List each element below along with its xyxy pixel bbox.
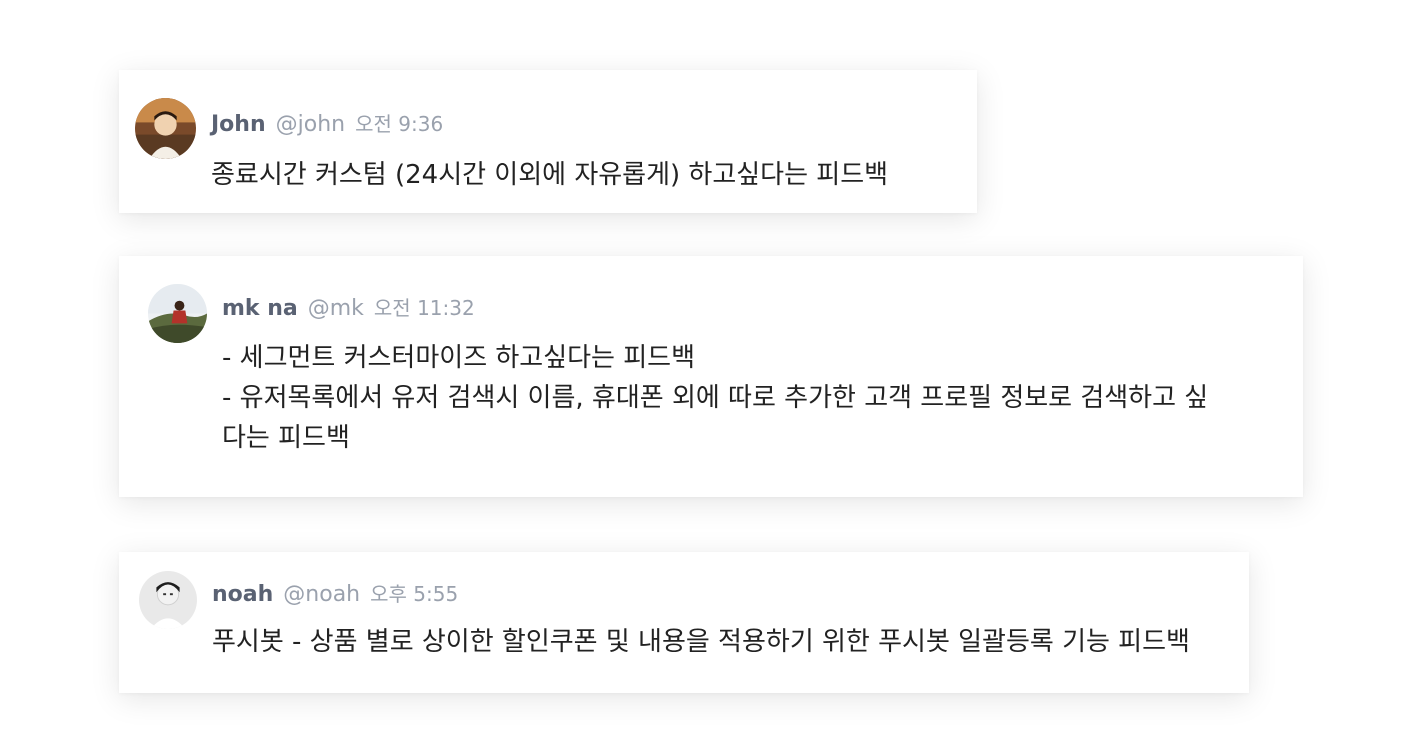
message-line: 다는 피드백 — [222, 423, 350, 453]
author-handle: @mk — [307, 296, 364, 321]
feedback-board: John @john 오전 9:36 종료시간 커스텀 (24시간 이외에 자유롭게… — [0, 0, 1414, 732]
author-handle: @john — [275, 112, 346, 137]
message-line: - 세그먼트 커스터마이즈 하고싶다는 피드백 — [222, 343, 696, 373]
message-time: 오후 5:55 — [370, 582, 459, 606]
author-name[interactable]: mk na — [222, 296, 298, 321]
message-card-john[interactable]: John @john 오전 9:36 종료시간 커스텀 (24시간 이외에 자유롭게… — [119, 70, 977, 213]
message-card-mk-na[interactable]: mk na @mk 오전 11:32 - 세그먼트 커스터마이즈 하고싶다는 피드백… — [119, 256, 1303, 497]
author-handle: @noah — [283, 582, 361, 607]
message-body: 종료시간 커스텀 (24시간 이외에 자유롭게) 하고싶다는 피드백 — [211, 155, 888, 195]
message-body: - 세그먼트 커스터마이즈 하고싶다는 피드백 - 유저목록에서 유저 검색시 … — [222, 338, 1208, 458]
avatar-mk-na[interactable] — [148, 284, 207, 343]
avatar-john[interactable] — [135, 98, 196, 159]
message-time: 오전 9:36 — [355, 112, 444, 136]
author-name[interactable]: noah — [212, 582, 273, 607]
message-time: 오전 11:32 — [373, 296, 475, 320]
avatar-noah[interactable] — [139, 571, 197, 629]
message-body: 푸시봇 - 상품 별로 상이한 할인쿠폰 및 내용을 적용하기 위한 푸시봇 일… — [212, 622, 1190, 662]
message-card-noah[interactable]: noah @noah 오후 5:55 푸시봇 - 상품 별로 상이한 할인쿠폰 및 … — [119, 552, 1249, 693]
message-line: 종료시간 커스텀 (24시간 이외에 자유롭게) 하고싶다는 피드백 — [211, 160, 889, 190]
message-line: 푸시봇 - 상품 별로 상이한 할인쿠폰 및 내용을 적용하기 위한 푸시봇 일… — [212, 627, 1190, 657]
message-line: - 유저목록에서 유저 검색시 이름, 휴대폰 외에 따로 추가한 고객 프로필… — [222, 383, 1209, 413]
author-name[interactable]: John — [211, 112, 266, 137]
